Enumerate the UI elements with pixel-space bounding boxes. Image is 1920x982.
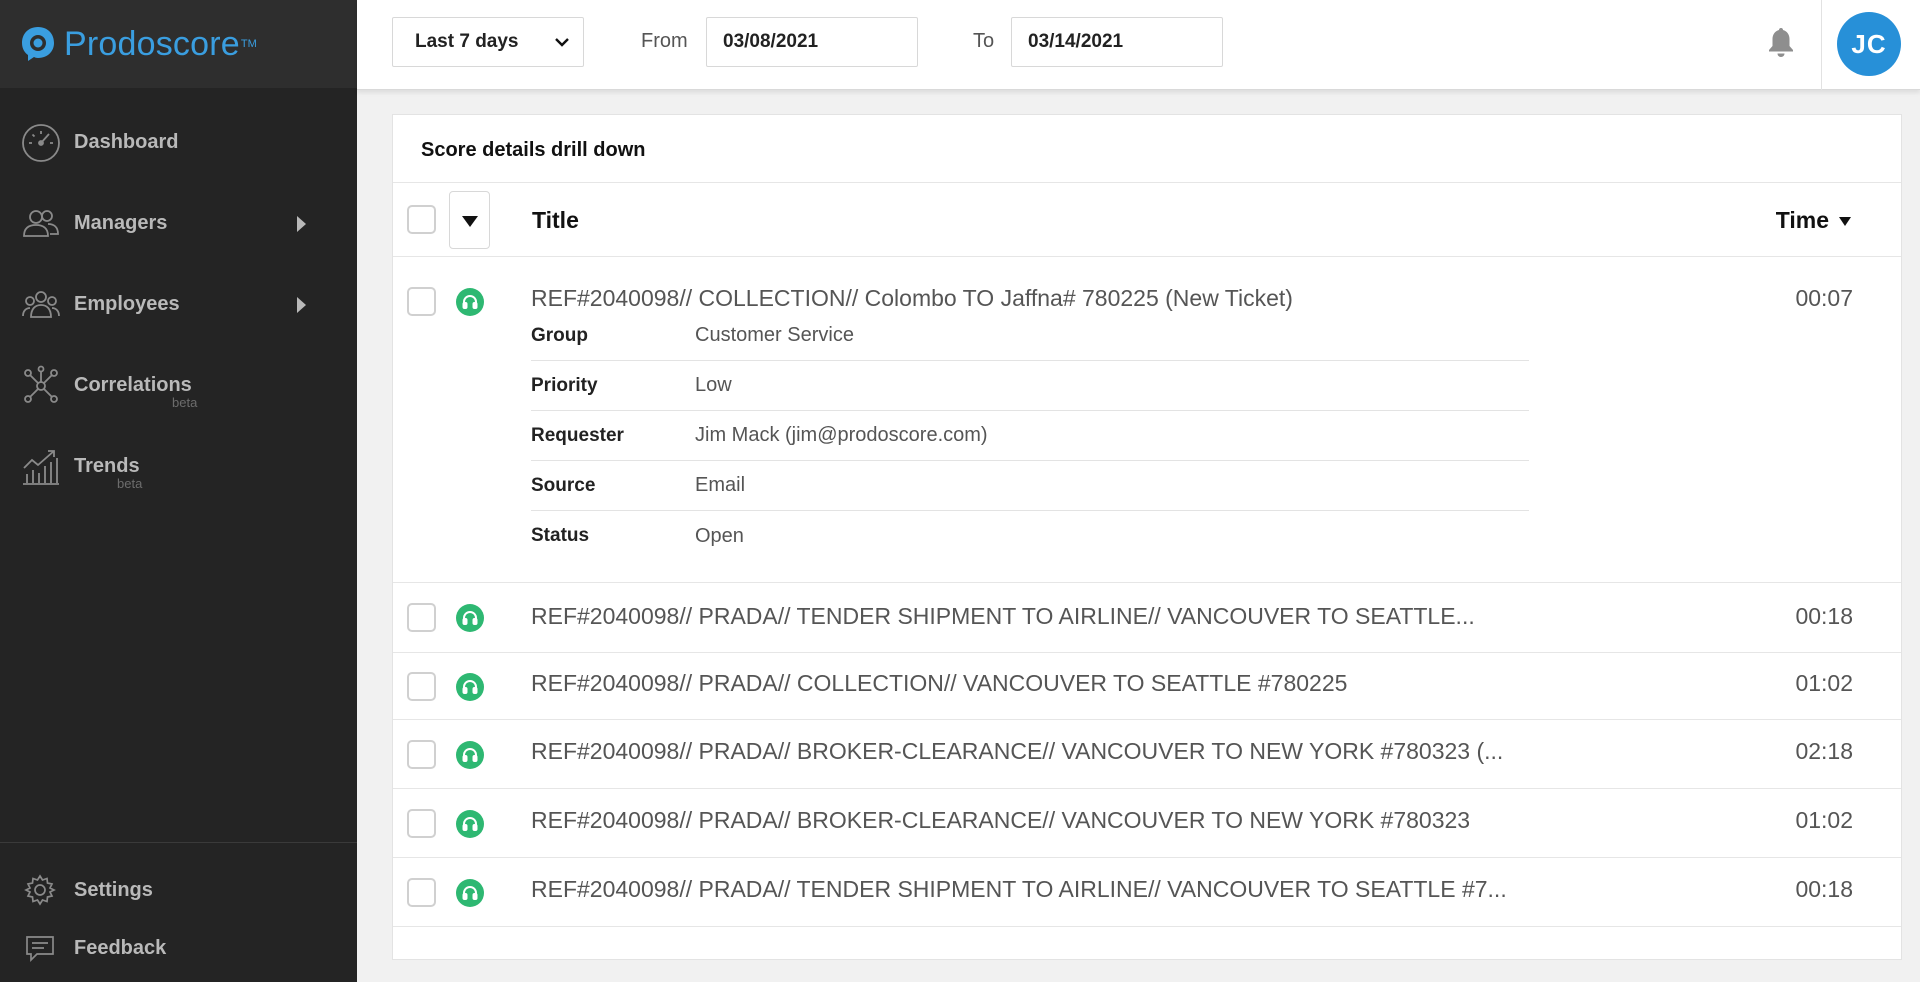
sidebar-item-label: Employees (74, 293, 180, 315)
row-checkbox[interactable] (407, 878, 436, 907)
sidebar-item-managers[interactable]: Managers (0, 183, 357, 264)
select-all-checkbox[interactable] (407, 205, 436, 234)
column-header-title[interactable]: Title (532, 207, 579, 234)
from-date-input[interactable] (706, 17, 918, 67)
row-title[interactable]: REF#2040098// PRADA// TENDER SHIPMENT TO… (531, 876, 1507, 903)
row-checkbox[interactable] (407, 287, 436, 316)
row-time: 01:02 (1795, 670, 1853, 696)
table-header: Title Time (393, 183, 1901, 257)
table-row: REF#2040098// PRADA// TENDER SHIPMENT TO… (393, 583, 1901, 653)
sidebar-item-trends[interactable]: Trends beta (0, 426, 357, 507)
employees-icon (20, 284, 62, 326)
detail-key: Source (531, 474, 596, 496)
row-title[interactable]: REF#2040098// PRADA// BROKER-CLEARANCE//… (531, 738, 1503, 765)
headset-icon (456, 673, 484, 701)
sidebar-item-correlations[interactable]: Correlations beta (0, 345, 357, 426)
detail-value: Customer Service (695, 324, 854, 346)
row-time: 00:18 (1795, 603, 1853, 629)
detail-key: Status (531, 525, 590, 546)
detail-row: Requester Jim Mack (jim@prodoscore.com) (531, 411, 1529, 461)
sidebar-item-employees[interactable]: Employees (0, 264, 357, 345)
logo-text: Prodoscore (64, 24, 240, 63)
avatar[interactable]: JC (1837, 12, 1901, 76)
gauge-icon (20, 122, 62, 164)
chevron-down-icon (555, 38, 569, 47)
sort-desc-icon[interactable] (1839, 217, 1851, 226)
row-time: 02:18 (1795, 738, 1853, 764)
detail-key: Priority (531, 374, 598, 396)
row-title[interactable]: REF#2040098// PRADA// BROKER-CLEARANCE//… (531, 807, 1470, 834)
headset-icon (456, 810, 484, 838)
detail-value: Low (695, 374, 732, 396)
beta-badge: beta (117, 476, 143, 491)
detail-key: Requester (531, 424, 624, 446)
sidebar-bottom: Settings Feedback (0, 842, 357, 982)
prodoscore-logo-icon (22, 27, 54, 61)
detail-row: Source Email (531, 461, 1529, 511)
to-label: To (973, 30, 995, 52)
detail-row: Group Customer Service (531, 311, 1529, 361)
logo[interactable]: Prodoscore TM (0, 0, 357, 88)
sidebar-item-label: Settings (74, 878, 153, 901)
managers-icon (20, 203, 62, 245)
row-time: 01:02 (1795, 807, 1853, 833)
table-row: REF#2040098// PRADA// BROKER-CLEARANCE//… (393, 720, 1901, 789)
sidebar-item-dashboard[interactable]: Dashboard (0, 102, 357, 183)
table-row: REF#2040098// PRADA// COLLECTION// VANCO… (393, 653, 1901, 720)
row-time: 00:18 (1795, 876, 1853, 902)
card-title: Score details drill down (393, 115, 1901, 183)
expand-arrow-icon[interactable] (297, 215, 306, 232)
expand-arrow-icon[interactable] (297, 296, 306, 313)
ticket-details: Group Customer Service Priority Low Requ… (531, 311, 1529, 561)
row-time: 00:07 (1795, 285, 1853, 311)
headset-icon (456, 879, 484, 907)
headset-icon (456, 288, 484, 316)
topbar-divider (1821, 0, 1822, 90)
sidebar-item-label: Dashboard (74, 131, 179, 153)
sidebar: Prodoscore TM Dashboard Managers Employee… (0, 0, 357, 982)
column-header-time[interactable]: Time (1776, 207, 1829, 234)
network-icon (20, 365, 62, 407)
row-title[interactable]: REF#2040098// COLLECTION// Colombo TO Ja… (531, 285, 1293, 312)
sidebar-nav: Dashboard Managers Employees Correlation… (0, 102, 357, 507)
sidebar-item-label: Managers (74, 212, 168, 234)
trends-icon (20, 446, 62, 488)
detail-key: Group (531, 324, 588, 346)
feedback-icon (26, 936, 54, 963)
sidebar-item-label: Correlations (74, 374, 192, 396)
from-label: From (641, 30, 688, 52)
table-row-expanded: REF#2040098// COLLECTION// Colombo TO Ja… (393, 257, 1901, 583)
row-title[interactable]: REF#2040098// PRADA// TENDER SHIPMENT TO… (531, 603, 1475, 630)
row-checkbox[interactable] (407, 809, 436, 838)
table-row: REF#2040098// PRADA// BROKER-CLEARANCE//… (393, 789, 1901, 858)
bulk-actions-dropdown[interactable] (449, 191, 490, 249)
bell-icon[interactable] (1766, 26, 1796, 58)
sidebar-item-label: Trends (74, 455, 140, 477)
detail-value: Open (695, 524, 744, 547)
detail-value: Jim Mack (jim@prodoscore.com) (695, 424, 988, 446)
row-checkbox[interactable] (407, 603, 436, 632)
date-range-select[interactable]: Last 7 days (392, 17, 584, 67)
row-checkbox[interactable] (407, 672, 436, 701)
detail-row: Priority Low (531, 361, 1529, 411)
beta-badge: beta (172, 395, 198, 410)
detail-value: Email (695, 474, 746, 496)
date-range-value: Last 7 days (415, 31, 519, 52)
to-date-input[interactable] (1011, 17, 1223, 67)
caret-down-icon (462, 216, 478, 227)
sidebar-item-feedback[interactable]: Feedback (0, 919, 357, 977)
row-title[interactable]: REF#2040098// PRADA// COLLECTION// VANCO… (531, 670, 1347, 697)
headset-icon (456, 741, 484, 769)
headset-icon (456, 604, 484, 632)
table-row: REF#2040098// PRADA// TENDER SHIPMENT TO… (393, 858, 1901, 927)
top-bar: Last 7 days From To JC (357, 0, 1920, 90)
sidebar-item-label: Feedback (74, 936, 167, 959)
score-details-card: Score details drill down Title Time REF#… (392, 114, 1902, 960)
sidebar-item-settings[interactable]: Settings (0, 861, 357, 919)
gear-icon (24, 874, 56, 906)
logo-trademark: TM (240, 38, 257, 50)
detail-row: Status Open (531, 511, 1529, 561)
row-checkbox[interactable] (407, 740, 436, 769)
